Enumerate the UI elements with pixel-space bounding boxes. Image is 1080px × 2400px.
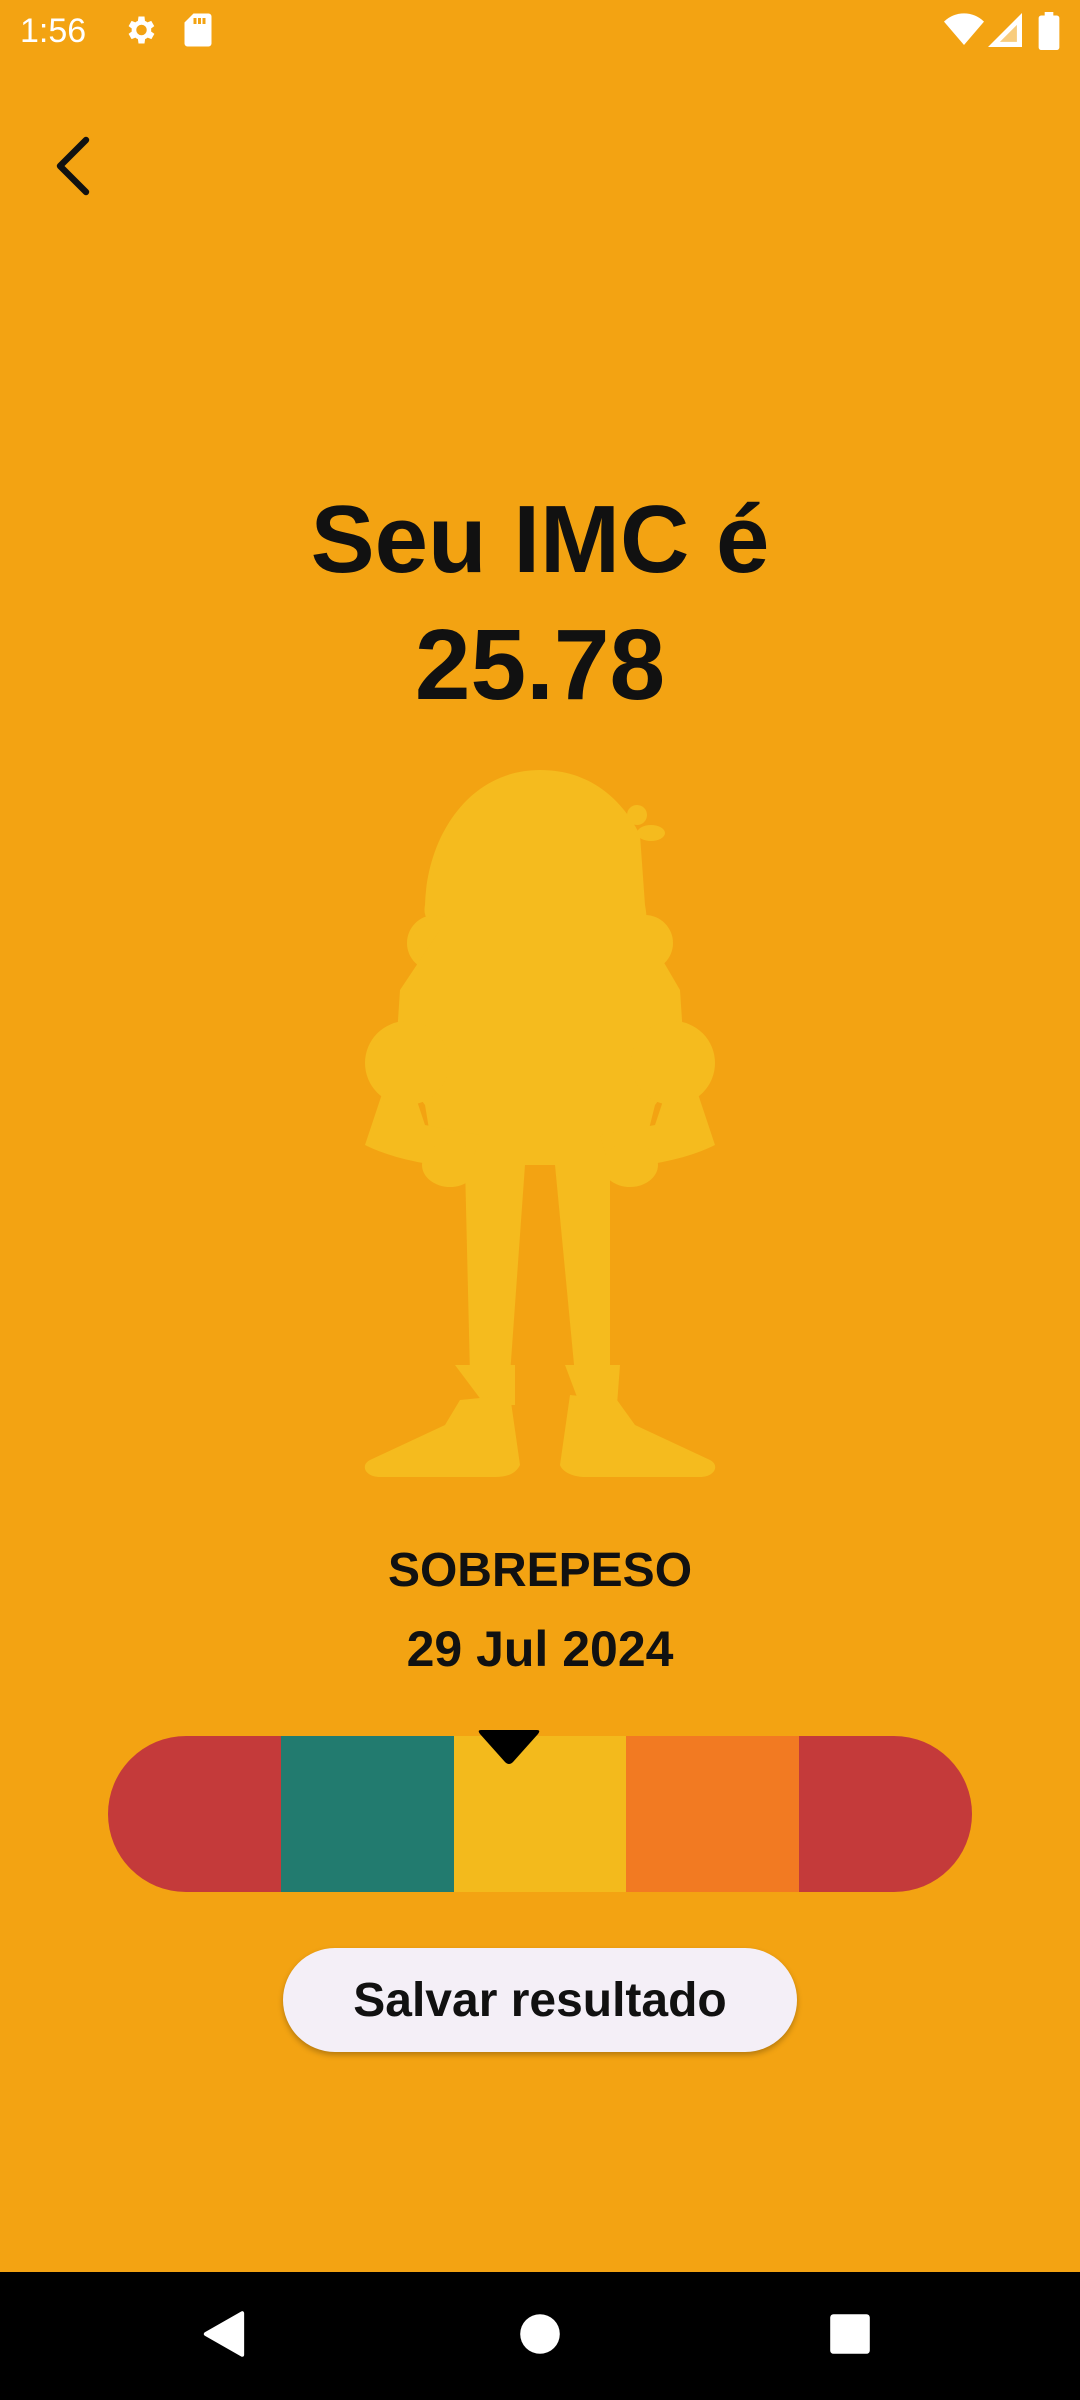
app-screen: 1:56 Seu IMC é 25.78 SOBREPESO 29 Jul 20… bbox=[0, 0, 1080, 2400]
settings-icon bbox=[122, 12, 158, 53]
home-circle-icon bbox=[518, 2312, 562, 2361]
scale-segment-obese bbox=[626, 1736, 800, 1892]
character-silhouette bbox=[355, 765, 725, 1485]
recents-square-icon bbox=[828, 2312, 872, 2361]
result-date: 29 Jul 2024 bbox=[406, 1621, 674, 1677]
battery-icon bbox=[1038, 12, 1060, 55]
chevron-left-icon bbox=[50, 136, 94, 201]
status-bar: 1:56 bbox=[0, 0, 1080, 64]
result-heading: Seu IMC é 25.78 bbox=[0, 480, 1080, 730]
nav-home-button[interactable] bbox=[508, 2304, 572, 2368]
scale-segment-severely-obese bbox=[799, 1736, 972, 1892]
scale-marker-icon bbox=[475, 1724, 543, 1768]
system-navigation-bar bbox=[0, 2272, 1080, 2400]
imc-value: 25.78 bbox=[414, 609, 666, 721]
sd-card-icon bbox=[182, 12, 214, 53]
bmi-category: SOBREPESO bbox=[387, 1544, 693, 1597]
nav-recents-button[interactable] bbox=[818, 2304, 882, 2368]
back-triangle-icon bbox=[198, 2308, 250, 2365]
signal-icon bbox=[988, 12, 1022, 53]
save-result-button[interactable]: Salvar resultado bbox=[283, 1948, 797, 2052]
scale-segment-normal bbox=[280, 1736, 454, 1892]
scale-segment-underweight bbox=[108, 1736, 281, 1892]
back-button[interactable] bbox=[30, 120, 114, 216]
status-time: 1:56 bbox=[20, 12, 87, 50]
result-title: Seu IMC é bbox=[310, 486, 770, 593]
nav-back-button[interactable] bbox=[192, 2304, 256, 2368]
wifi-icon bbox=[944, 12, 984, 53]
